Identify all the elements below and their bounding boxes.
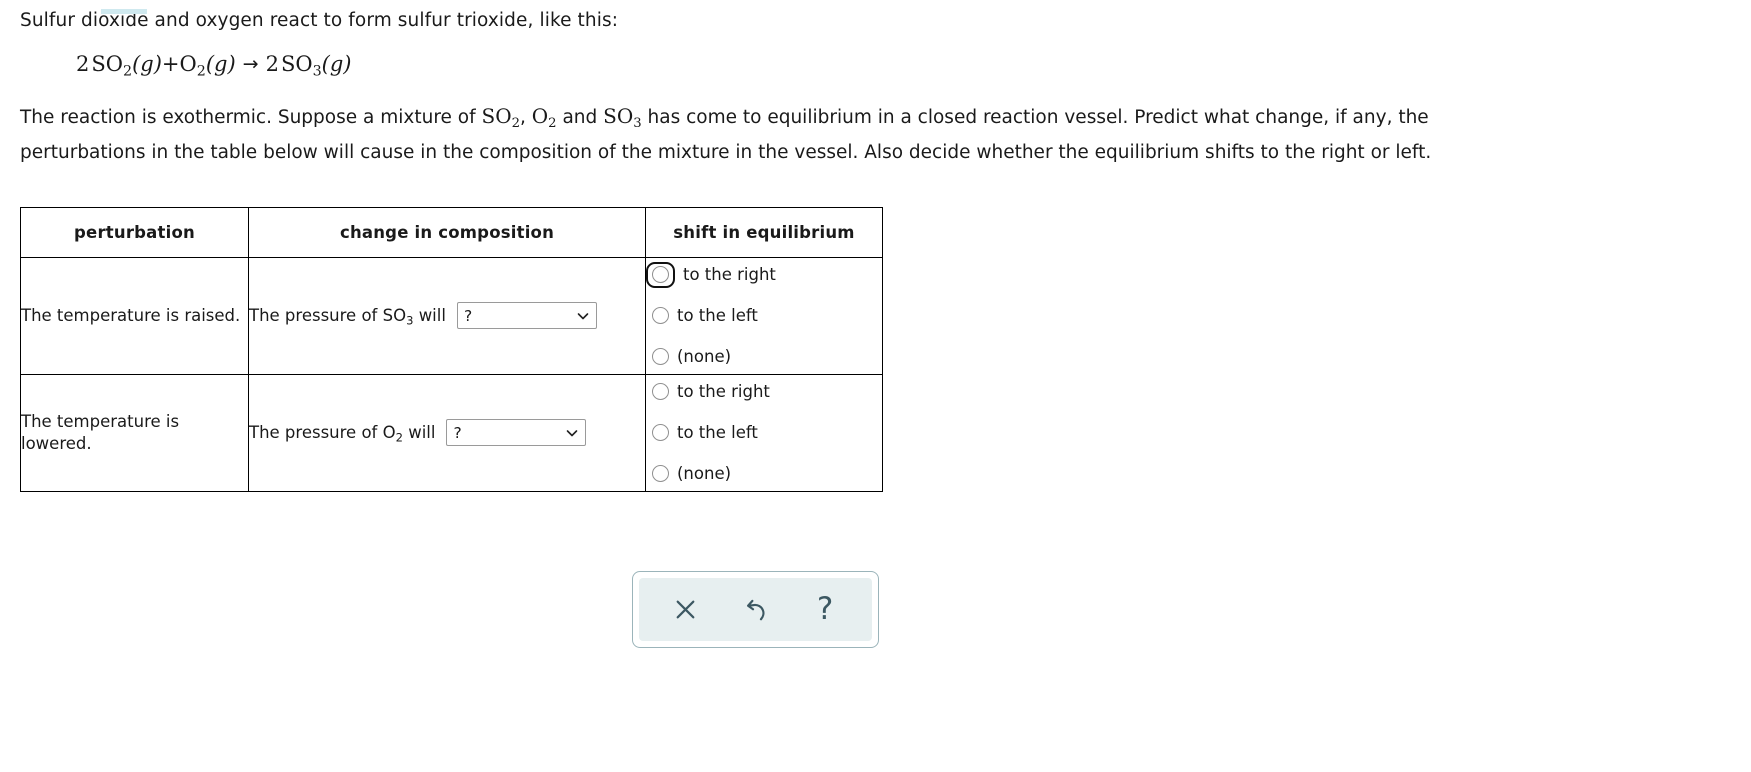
shift-cell-row1: to the right to the left (none): [645, 256, 883, 375]
change-label-row1: The pressure of SO3 will: [249, 306, 446, 328]
perturbation-cell-row2: The temperature is lowered.: [20, 373, 249, 492]
question-prompt: The reaction is exothermic. Suppose a mi…: [20, 99, 1480, 170]
perturbation-cell-row1: The temperature is raised.: [20, 256, 249, 375]
chevron-down-icon: [567, 430, 578, 437]
radio-option-row2-to-the-right[interactable]: to the right: [646, 375, 882, 409]
undo-arrow-icon: [747, 599, 765, 620]
radio-button-icon[interactable]: [652, 266, 669, 284]
pressure-dropdown-row2[interactable]: ?: [446, 419, 587, 447]
pressure-dropdown-row2-value: ?: [453, 423, 462, 442]
equation-reactant1-state: (g): [132, 51, 162, 76]
equation-reactant2-subscript: 2: [196, 63, 206, 80]
prompt-species-so3: SO3: [603, 103, 642, 132]
intro-sentence: Sulfur dioxide and oxygen react to form …: [20, 10, 619, 31]
prompt-species-o2: O2: [531, 103, 557, 132]
radio-option-row2-to-the-left[interactable]: to the left: [646, 416, 882, 450]
table-row: The temperature is raised. The pressure …: [20, 256, 883, 375]
equation-reactant2-state: (g): [205, 51, 236, 76]
answer-toolbar: ?: [632, 571, 879, 648]
prompt-species-so2: SO2: [481, 103, 521, 132]
reaction-arrow-icon: →: [242, 52, 259, 75]
radio-button-icon[interactable]: [652, 465, 669, 483]
change-label-row2: The pressure of O2 will: [249, 423, 436, 445]
equation-product-subscript: 3: [312, 63, 322, 80]
chemical-equation: 2SO2(g)+O2(g) → 2SO3(g): [76, 51, 1731, 78]
question-mark-icon: ?: [816, 591, 834, 627]
radio-option-row1-to-the-right[interactable]: to the right: [646, 258, 882, 292]
equation-product-formula: SO: [280, 51, 313, 76]
equation-plus-sign: +: [161, 51, 180, 76]
perturbation-table-wrapper: perturbation change in composition shift…: [20, 206, 1731, 492]
prompt-and: and: [556, 106, 604, 128]
focus-ring: [646, 261, 675, 288]
radio-label: to the left: [677, 306, 758, 326]
radio-button-icon[interactable]: [652, 424, 669, 442]
pressure-dropdown-row1[interactable]: ?: [456, 302, 597, 330]
equation-reactant1-subscript: 2: [122, 63, 133, 80]
perturbation-table: perturbation change in composition shift…: [20, 206, 883, 492]
equation-product-state: (g): [321, 51, 352, 76]
radio-option-row1-to-the-left[interactable]: to the left: [646, 299, 882, 333]
radio-button-icon[interactable]: [652, 383, 669, 401]
column-header-shift-in-equilibrium: shift in equilibrium: [645, 206, 883, 258]
radio-label: (none): [677, 347, 732, 367]
radio-option-row1-none[interactable]: (none): [646, 340, 882, 374]
radio-label: to the right: [683, 265, 776, 285]
chevron-down-icon: [577, 313, 589, 320]
equation-reactant1-formula: SO: [91, 51, 123, 76]
top-edge-artifact: [101, 9, 147, 14]
change-cell-row2: The pressure of O2 will ?: [248, 373, 646, 492]
column-header-change-in-composition: change in composition: [248, 206, 646, 258]
radio-button-icon[interactable]: [652, 348, 669, 366]
undo-button[interactable]: [729, 586, 781, 634]
radio-label: to the right: [677, 382, 770, 402]
table-row: The temperature is lowered. The pressure…: [20, 373, 883, 492]
change-cell-row1: The pressure of SO3 will ?: [248, 256, 646, 375]
page-content: Sulfur dioxide and oxygen react to form …: [0, 9, 1751, 492]
equation-product-coefficient: 2: [265, 51, 279, 76]
equation-reactant1-coefficient: 2: [76, 51, 90, 76]
radio-label: (none): [677, 464, 732, 484]
answer-toolbar-panel: ?: [639, 578, 872, 641]
pressure-dropdown-row1-value: ?: [463, 306, 473, 325]
table-header-row: perturbation change in composition shift…: [20, 206, 883, 258]
radio-option-row2-none[interactable]: (none): [646, 457, 882, 491]
prompt-part-1: The reaction is exothermic. Suppose a mi…: [20, 106, 482, 128]
close-x-icon: [676, 600, 695, 619]
equation-reactant2-formula: O: [179, 51, 197, 76]
clear-button[interactable]: [660, 586, 712, 634]
help-button[interactable]: ?: [799, 586, 851, 634]
column-header-perturbation: perturbation: [20, 206, 249, 258]
shift-cell-row2: to the right to the left (none): [645, 373, 883, 492]
radio-label: to the left: [677, 423, 758, 443]
radio-button-icon[interactable]: [652, 307, 669, 325]
prompt-comma: ,: [520, 106, 532, 128]
